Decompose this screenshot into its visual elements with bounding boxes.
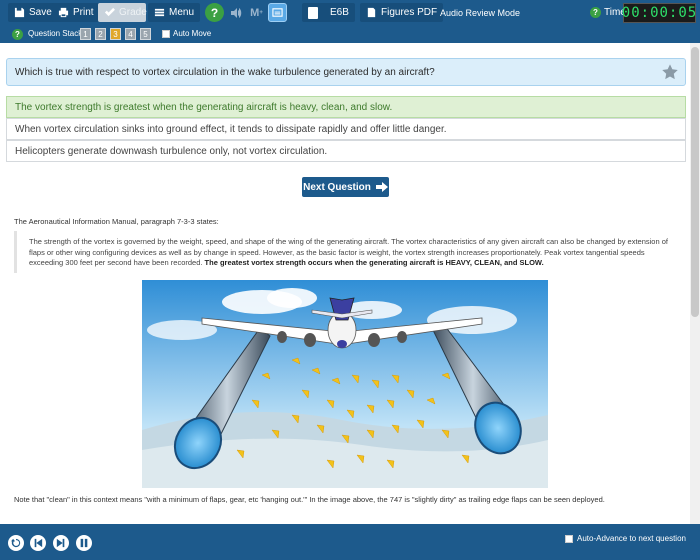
auto-advance-label: Auto-Advance to next question [577, 534, 686, 543]
mnemonic-icon[interactable]: M + [247, 3, 266, 22]
figures-pdf-button[interactable]: Figures PDF [360, 3, 444, 22]
menu-label: Menu [169, 7, 195, 18]
print-button[interactable]: Print [52, 3, 100, 22]
answer-text: Helicopters generate downwash turbulence… [15, 145, 328, 157]
restart-icon [11, 538, 21, 548]
question-box: Which is true with respect to vortex cir… [6, 58, 686, 86]
timer-display: 00:00:05 [621, 3, 698, 23]
explanation-quote: The strength of the vortex is governed b… [14, 231, 686, 273]
explanation-note: Note that "clean" in this context means … [14, 495, 605, 504]
previous-button[interactable] [30, 535, 46, 551]
sound-icon[interactable] [226, 3, 245, 22]
auto-move-toggle[interactable]: Auto Move [162, 29, 211, 38]
time-help-icon[interactable]: ? [590, 7, 601, 18]
answer-option-3[interactable]: Helicopters generate downwash turbulence… [6, 140, 686, 162]
stack-item-2[interactable]: 2 [95, 28, 106, 40]
pause-button[interactable] [76, 535, 92, 551]
auto-advance-checkbox[interactable] [565, 534, 573, 543]
pause-icon [80, 538, 88, 548]
document-icon [367, 7, 376, 18]
time-label-group: ? Time [590, 7, 626, 18]
save-label: Save [29, 7, 52, 18]
stack-item-3[interactable]: 3 [110, 28, 121, 40]
e6b-label: E6B [330, 7, 349, 18]
save-button[interactable]: Save [8, 3, 58, 22]
question-content-area: Which is true with respect to vortex cir… [0, 43, 700, 524]
figures-pdf-label: Figures PDF [381, 7, 438, 18]
print-icon [58, 7, 69, 18]
quote-bold-text: The greatest vortex strength occurs when… [204, 258, 544, 267]
next-question-label: Next Question [303, 181, 371, 193]
top-toolbar: Save Print Grade Menu ? M + E6B Figures P… [0, 0, 700, 26]
next-button[interactable] [53, 535, 69, 551]
grade-button[interactable]: Grade [98, 3, 147, 22]
e6b-button[interactable]: E6B [302, 3, 355, 22]
print-label: Print [73, 7, 94, 18]
save-icon [14, 7, 25, 18]
question-stack-label: Question Stack: [28, 29, 85, 38]
grade-label: Grade [119, 7, 147, 18]
skip-forward-icon [56, 538, 65, 548]
question-text: Which is true with respect to vortex cir… [15, 66, 435, 78]
stack-help-icon[interactable]: ? [12, 29, 23, 40]
auto-move-label: Auto Move [173, 29, 212, 38]
answer-option-1[interactable]: The vortex strength is greatest when the… [6, 96, 686, 118]
answer-text: The vortex strength is greatest when the… [15, 101, 393, 113]
auto-move-checkbox[interactable] [162, 29, 170, 38]
auto-advance-toggle[interactable]: Auto-Advance to next question [565, 534, 686, 543]
skip-back-icon [34, 538, 43, 548]
answer-text: When vortex circulation sinks into groun… [15, 123, 447, 135]
scrollbar-thumb[interactable] [691, 47, 699, 317]
menu-icon [154, 8, 165, 17]
stack-item-1[interactable]: 1 [80, 28, 91, 40]
arrow-right-icon [375, 182, 388, 192]
stack-item-5[interactable]: 5 [140, 28, 151, 40]
bottom-toolbar: Auto-Advance to next question [0, 524, 700, 560]
audio-review-mode-label[interactable]: Audio Review Mode [440, 8, 520, 18]
check-icon [104, 7, 115, 17]
star-icon[interactable] [661, 63, 679, 81]
question-stack-bar: ? Question Stack: 1 2 3 4 5 Auto Move [0, 26, 700, 43]
mnemonic-label: M [250, 6, 260, 19]
wake-turbulence-figure [142, 280, 548, 488]
restart-button[interactable] [8, 535, 24, 551]
next-question-button[interactable]: Next Question [302, 177, 389, 197]
stack-item-4[interactable]: 4 [125, 28, 136, 40]
explanation-intro: The Aeronautical Information Manual, par… [14, 217, 219, 226]
help-icon[interactable]: ? [205, 3, 224, 22]
menu-button[interactable]: Menu [148, 3, 201, 22]
calculator-icon [308, 6, 318, 19]
notes-icon[interactable] [268, 3, 287, 22]
answer-option-2[interactable]: When vortex circulation sinks into groun… [6, 118, 686, 140]
